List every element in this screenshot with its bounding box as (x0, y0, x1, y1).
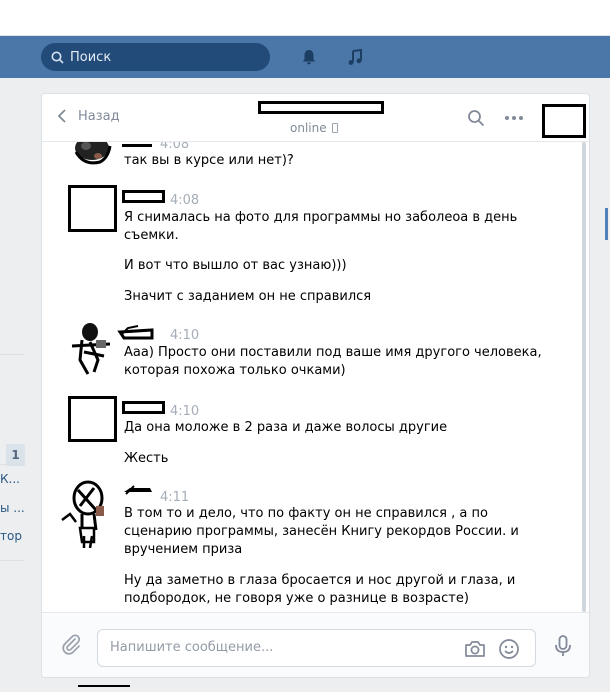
message: 4:08 так вы в курсе или нет)? (42, 142, 582, 172)
camera-icon[interactable] (464, 639, 486, 659)
divider (0, 354, 24, 355)
back-label: Назад (78, 108, 120, 124)
scrollbar[interactable] (582, 142, 586, 612)
message-list: 4:08 так вы в курсе или нет)? 4:08 Я сни… (42, 142, 589, 612)
message-text: так вы в курсе или нет)? (124, 153, 294, 168)
message-text: В том то и дело, что по факту он не спра… (124, 506, 519, 557)
message-time: 4:10 (170, 328, 200, 343)
avatar[interactable] (70, 142, 114, 168)
message-time: 4:11 (160, 490, 190, 505)
right-edge-indicator (605, 208, 608, 240)
avatar[interactable] (60, 480, 112, 548)
message: 4:08 Я снималась на фото для программы н… (42, 184, 582, 314)
top-header: Поиск (0, 36, 610, 78)
search-placeholder: Поиск (70, 49, 112, 65)
author-name-redacted[interactable] (122, 484, 154, 496)
message-text: Значит с заданием он не справился (124, 289, 372, 304)
message-text: И вот что вышло от вас узнаю))) (124, 258, 347, 273)
avatar[interactable] (68, 185, 117, 232)
bell-icon[interactable] (299, 47, 319, 67)
divider (0, 464, 24, 465)
message: 4:10 Ааа) Просто они поставили под ваше … (42, 322, 582, 382)
message: 4:10 Да она моложе в 2 раза и даже волос… (42, 396, 582, 476)
chat-header: Назад online (42, 94, 589, 142)
divider (0, 560, 24, 561)
message-input-box (97, 629, 536, 667)
search-icon (51, 51, 64, 64)
phone-icon (331, 123, 338, 133)
author-name-redacted[interactable] (122, 190, 165, 203)
author-name-redacted[interactable] (122, 142, 152, 147)
search-icon[interactable] (467, 109, 485, 127)
message-text: Жесть (124, 451, 169, 466)
left-item[interactable]: тор (0, 529, 22, 543)
browser-top-strip (0, 0, 610, 36)
message-text: Да она моложе в 2 раза и даже волосы дру… (124, 420, 448, 435)
contact-avatar-redacted[interactable] (542, 104, 586, 138)
paperclip-icon[interactable] (60, 633, 82, 655)
left-item[interactable]: К... (0, 472, 20, 486)
contact-name-redacted[interactable] (258, 101, 384, 114)
message: 4:11 В том то и дело, что по факту он не… (42, 480, 582, 610)
chevron-left-icon (57, 109, 66, 123)
message-text: Я снималась на фото для программы но заб… (124, 210, 518, 243)
author-name-redacted[interactable] (122, 401, 165, 414)
music-note-icon[interactable] (345, 47, 365, 67)
chat-panel: Назад online 4:08 так вы в курсе или нет… (41, 93, 590, 678)
composer (42, 612, 589, 677)
more-dots-icon[interactable] (505, 116, 526, 120)
status-text: online (290, 121, 327, 135)
left-column: 1 К... ы ... тор (0, 78, 40, 692)
message-input[interactable] (110, 630, 450, 664)
counter-badge[interactable]: 1 (6, 444, 25, 466)
left-item[interactable]: ы ... (0, 501, 25, 515)
next-card-fragment (78, 685, 130, 692)
search-input[interactable]: Поиск (41, 43, 270, 71)
message-time: 4:10 (170, 404, 200, 419)
message-time: 4:08 (170, 193, 200, 208)
message-time: 4:08 (160, 142, 190, 152)
smile-icon[interactable] (498, 638, 520, 660)
microphone-icon[interactable] (553, 634, 573, 658)
online-status: online (290, 121, 338, 135)
message-text: Ну да заметно в глаза бросается и нос др… (124, 573, 516, 606)
avatar[interactable] (68, 396, 117, 442)
message-text: Ааа) Просто они поставили под ваше имя д… (124, 345, 542, 378)
back-button[interactable]: Назад (56, 108, 120, 124)
